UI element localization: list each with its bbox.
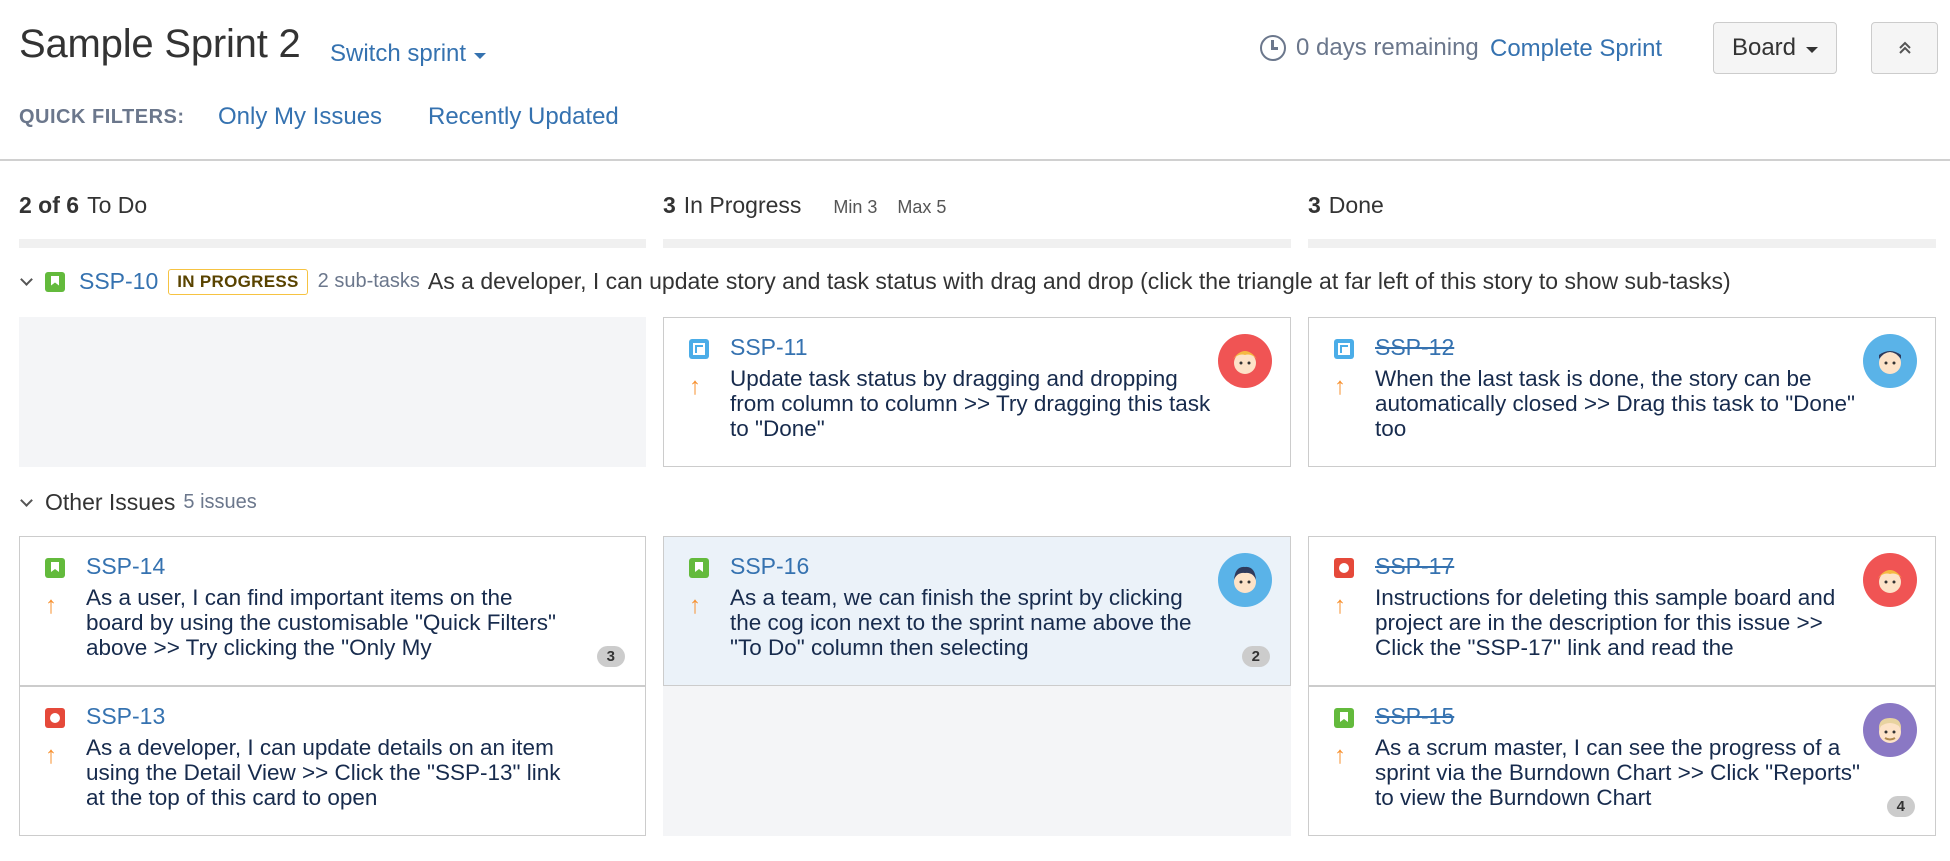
issue-key-link[interactable]: SSP-17 [1375, 553, 1454, 580]
bug-icon [45, 708, 65, 728]
column-bar-in-progress [663, 239, 1291, 248]
subtask-count-badge: 4 [1886, 796, 1915, 817]
column-bar-done [1308, 239, 1936, 248]
user-avatar-icon [1879, 351, 1901, 374]
clock-icon [1260, 35, 1286, 61]
quick-filters-label: QUICK FILTERS: [19, 106, 185, 128]
avatar[interactable] [1863, 334, 1917, 388]
story-icon [689, 558, 709, 578]
board-button-label: Board [1731, 34, 1797, 61]
column-header-in-progress: 3 In Progress Min 3 Max 5 [663, 192, 946, 219]
chevron-down-icon[interactable] [20, 493, 33, 507]
column-count: 3 [663, 192, 676, 218]
switch-sprint-label: Switch sprint [330, 40, 467, 67]
double-chevron-up-icon [1898, 41, 1911, 54]
column-bar-todo [19, 239, 646, 248]
issue-card-ssp-17[interactable]: ↑ SSP-17 Instructions for deleting this … [1308, 536, 1936, 686]
issue-card-ssp-16[interactable]: ↑ SSP-16 As a team, we can finish the sp… [663, 536, 1291, 686]
caret-down-icon [1806, 46, 1819, 53]
column-header-done: 3 Done [1308, 192, 1384, 219]
avatar[interactable] [1218, 334, 1272, 388]
user-avatar-icon [1878, 718, 1902, 743]
issue-card-ssp-11[interactable]: ↑ SSP-11 Update task status by dragging … [663, 317, 1291, 467]
issue-card-ssp-13[interactable]: ↑ SSP-13 As a developer, I can update de… [19, 686, 646, 836]
issues-count: 5 issues [183, 491, 257, 513]
issue-key-link[interactable]: SSP-15 [1375, 703, 1454, 730]
quick-filter-only-my-issues[interactable]: Only My Issues [218, 103, 382, 131]
user-avatar-icon [1233, 351, 1257, 374]
task-icon [689, 339, 709, 359]
subtask-count-badge: 2 [1241, 646, 1270, 667]
complete-sprint-button[interactable]: Complete Sprint [1490, 35, 1662, 63]
issue-summary: As a user, I can find important items on… [86, 585, 556, 660]
switch-sprint-dropdown[interactable]: Switch sprint [330, 40, 487, 68]
issue-key-link[interactable]: SSP-12 [1375, 334, 1454, 361]
priority-arrow-up-icon: ↑ [1334, 373, 1346, 400]
column-count: 2 of 6 [19, 192, 80, 218]
subtask-count-badge: 3 [596, 646, 625, 667]
days-remaining: 0 days remaining [1260, 34, 1479, 62]
story-icon [1334, 708, 1354, 728]
empty-cell [663, 686, 1291, 836]
priority-arrow-up-icon: ↑ [1334, 592, 1346, 619]
priority-arrow-up-icon: ↑ [45, 592, 57, 619]
column-name: To Do [87, 192, 148, 218]
issue-summary: As a developer, I can update details on … [86, 735, 561, 810]
swimlane-header-ssp-10[interactable]: SSP-10 IN PROGRESS 2 sub-tasks As a deve… [20, 268, 1731, 295]
story-icon [45, 558, 65, 578]
subtasks-count: 2 sub-tasks [317, 270, 420, 292]
swimlane-label: Other Issues [45, 489, 176, 515]
column-max: Max 5 [897, 197, 947, 217]
priority-arrow-up-icon: ↑ [689, 592, 701, 619]
column-count: 3 [1308, 192, 1321, 218]
priority-arrow-up-icon: ↑ [689, 373, 701, 400]
sprint-title: Sample Sprint 2 [19, 22, 301, 66]
avatar[interactable] [1863, 553, 1917, 607]
column-header-todo: 2 of 6 To Do [19, 192, 147, 219]
task-icon [1334, 339, 1354, 359]
issue-summary: When the last task is done, the story ca… [1375, 366, 1855, 441]
avatar[interactable] [1863, 703, 1917, 757]
story-icon [45, 271, 65, 292]
swimlane-summary: As a developer, I can update story and t… [427, 268, 1731, 294]
issue-key-link[interactable]: SSP-11 [730, 334, 808, 361]
status-badge: IN PROGRESS [168, 268, 308, 295]
bug-icon [1334, 558, 1354, 578]
priority-arrow-up-icon: ↑ [45, 742, 57, 769]
issue-card-ssp-15[interactable]: ↑ SSP-15 As a scrum master, I can see th… [1308, 686, 1936, 836]
column-min: Min 3 [833, 197, 878, 217]
quick-filter-recently-updated[interactable]: Recently Updated [428, 103, 619, 131]
swimlane-header-other-issues[interactable]: Other Issues 5 issues [20, 489, 257, 516]
header-divider [0, 159, 1950, 161]
column-name: Done [1328, 192, 1384, 218]
issue-summary: As a team, we can finish the sprint by c… [730, 585, 1192, 660]
avatar[interactable] [1218, 553, 1272, 607]
chevron-down-icon[interactable] [20, 272, 33, 286]
board-button[interactable]: Board [1713, 22, 1837, 74]
user-avatar-icon [1234, 566, 1256, 593]
issue-key-link[interactable]: SSP-14 [86, 553, 165, 580]
days-remaining-label: 0 days remaining [1296, 34, 1479, 61]
collapse-header-button[interactable] [1871, 22, 1938, 74]
priority-arrow-up-icon: ↑ [1334, 742, 1346, 769]
empty-cell [19, 317, 646, 467]
issue-key-link[interactable]: SSP-10 [79, 268, 158, 295]
column-name: In Progress [683, 192, 802, 218]
caret-down-icon [474, 52, 487, 59]
issue-summary: Instructions for deleting this sample bo… [1375, 585, 1836, 660]
issue-key-link[interactable]: SSP-13 [86, 703, 165, 730]
issue-key-link[interactable]: SSP-16 [730, 553, 809, 580]
issue-card-ssp-14[interactable]: ↑ SSP-14 As a user, I can find important… [19, 536, 646, 686]
issue-card-ssp-12[interactable]: ↑ SSP-12 When the last task is done, the… [1308, 317, 1936, 467]
issue-summary: As a scrum master, I can see the progres… [1375, 735, 1860, 810]
issue-summary: Update task status by dragging and dropp… [730, 366, 1211, 441]
user-avatar-icon [1878, 570, 1902, 593]
